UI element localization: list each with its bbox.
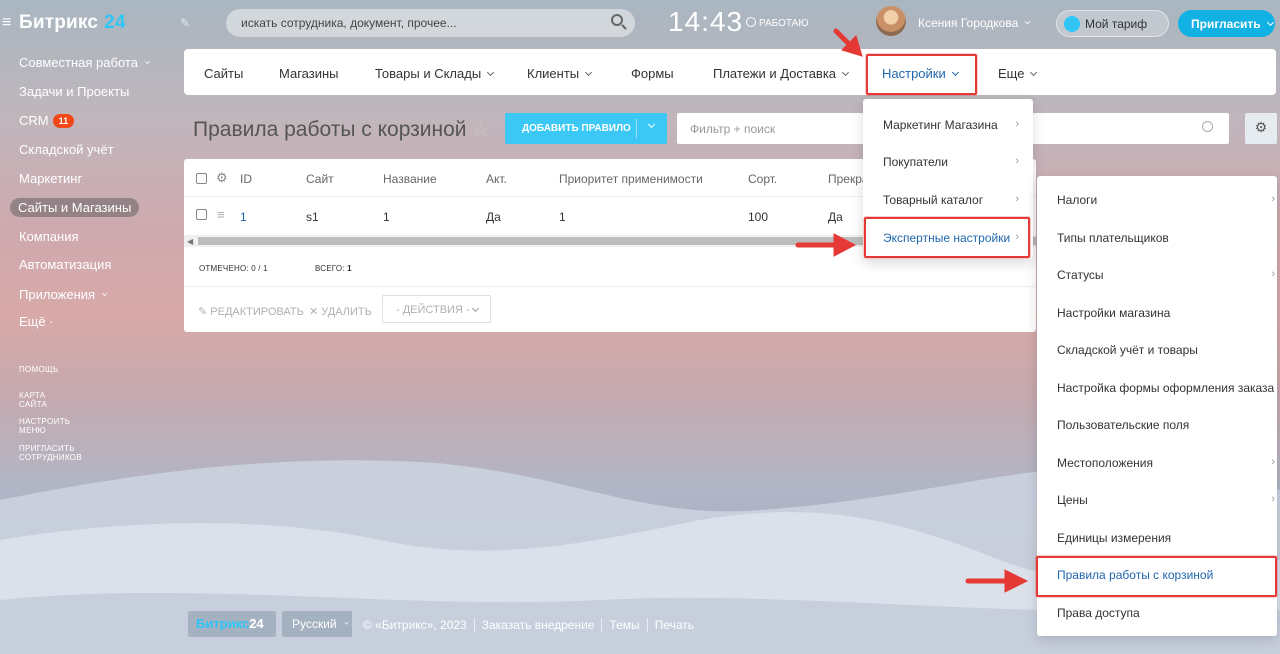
footer-brand[interactable]: Битрикс24 — [188, 611, 276, 637]
footer-links: © «Битрикс», 2023 Заказать внедрение Темы П… — [363, 618, 701, 632]
footer-link-order-implementation[interactable]: Заказать внедрение — [473, 618, 602, 632]
footer-link-print[interactable]: Печать — [646, 618, 701, 632]
copyright: © «Битрикс», 2023 — [363, 618, 467, 632]
footer-link-themes[interactable]: Темы — [601, 618, 647, 632]
annotation-arrows — [795, 28, 1029, 593]
language-select[interactable]: Русский — [282, 611, 352, 637]
